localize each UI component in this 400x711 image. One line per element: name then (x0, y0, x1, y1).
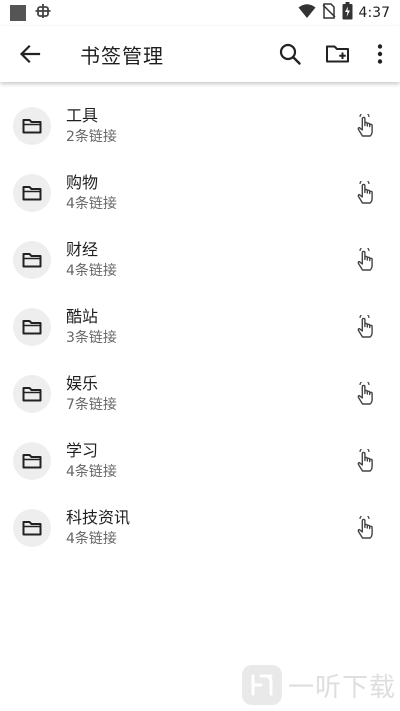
drag-handle[interactable] (346, 173, 386, 213)
touch-drag-icon (357, 247, 373, 271)
watermark-logo (241, 665, 282, 705)
touch-drag-icon (357, 381, 373, 405)
folder-text: 学习 4条链接 (66, 441, 346, 481)
folder-text: 财经 4条链接 (66, 240, 346, 280)
folder-link-count: 4条链接 (66, 530, 117, 547)
folder-avatar (13, 307, 51, 346)
screen: 4:37 书签管理 工具 2条链接 购物 4条链接 财经 4条链接 酷站 3条链… (0, 0, 400, 711)
folder-name: 科技资讯 (66, 507, 131, 527)
drag-handle[interactable] (346, 441, 386, 481)
touch-drag-icon (357, 448, 373, 472)
search-button[interactable] (266, 30, 314, 78)
back-button[interactable] (6, 30, 54, 78)
drag-handle[interactable] (346, 106, 386, 146)
watermark: 一听下载 (241, 665, 396, 705)
folder-link-count: 7条链接 (66, 396, 117, 413)
folder-item[interactable]: 酷站 3条链接 (0, 293, 400, 360)
more-options-button[interactable] (362, 30, 398, 78)
clock: 4:37 (358, 5, 390, 21)
folder-text: 娱乐 7条链接 (66, 374, 346, 414)
watermark-text: 一听下载 (287, 672, 396, 703)
folder-item[interactable]: 工具 2条链接 (0, 92, 400, 159)
folder-text: 购物 4条链接 (66, 173, 346, 213)
folder-name: 财经 (66, 239, 99, 259)
touch-drag-icon (357, 314, 373, 338)
touch-drag-icon (357, 180, 373, 204)
status-bar: 4:37 (0, 0, 400, 26)
folder-avatar (13, 374, 51, 413)
folder-item[interactable]: 科技资讯 4条链接 (0, 494, 400, 561)
folder-icon (22, 386, 42, 401)
folder-item[interactable]: 娱乐 7条链接 (0, 360, 400, 427)
app-bar-actions (266, 30, 398, 78)
folder-item[interactable]: 学习 4条链接 (0, 427, 400, 494)
drag-handle[interactable] (346, 307, 386, 347)
touch-drag-icon (357, 113, 373, 137)
bookmark-folder-list: 工具 2条链接 购物 4条链接 财经 4条链接 酷站 3条链接 娱乐 7条链接 … (0, 92, 400, 561)
folder-item[interactable]: 财经 4条链接 (0, 226, 400, 293)
folder-avatar (13, 106, 51, 145)
folder-link-count: 4条链接 (66, 195, 117, 212)
no-sim-icon (322, 3, 336, 23)
more-vert-icon (377, 44, 383, 64)
search-icon (279, 43, 301, 65)
drag-handle[interactable] (346, 374, 386, 414)
folder-icon (22, 319, 42, 334)
back-arrow-icon (19, 44, 41, 64)
bug-notification-icon (34, 2, 52, 24)
add-folder-button[interactable] (314, 30, 362, 78)
folder-avatar (13, 240, 51, 279)
touch-drag-icon (357, 515, 373, 539)
folder-icon (22, 185, 42, 200)
folder-avatar (13, 441, 51, 480)
drag-handle[interactable] (346, 240, 386, 280)
folder-icon (22, 118, 42, 133)
status-left (10, 2, 52, 24)
battery-charging-icon (342, 2, 353, 24)
folder-link-count: 3条链接 (66, 329, 117, 346)
folder-icon (22, 520, 42, 535)
folder-avatar (13, 508, 51, 547)
folder-item[interactable]: 购物 4条链接 (0, 159, 400, 226)
folder-link-count: 2条链接 (66, 128, 117, 145)
folder-name: 购物 (66, 172, 99, 192)
folder-text: 工具 2条链接 (66, 106, 346, 146)
page-title: 书签管理 (80, 43, 164, 68)
folder-avatar (13, 173, 51, 212)
drag-handle[interactable] (346, 508, 386, 548)
folder-icon (22, 453, 42, 468)
new-folder-icon (326, 45, 349, 63)
folder-name: 学习 (66, 440, 99, 460)
folder-name: 酷站 (66, 306, 99, 326)
folder-icon (22, 252, 42, 267)
folder-link-count: 4条链接 (66, 262, 117, 279)
folder-name: 娱乐 (66, 373, 99, 393)
status-right: 4:37 (298, 2, 390, 24)
square-notification-icon (10, 5, 26, 21)
folder-text: 科技资讯 4条链接 (66, 508, 346, 548)
folder-name: 工具 (66, 105, 99, 125)
folder-text: 酷站 3条链接 (66, 307, 346, 347)
folder-link-count: 4条链接 (66, 463, 117, 480)
app-bar: 书签管理 (0, 26, 400, 82)
wifi-icon (298, 3, 316, 23)
